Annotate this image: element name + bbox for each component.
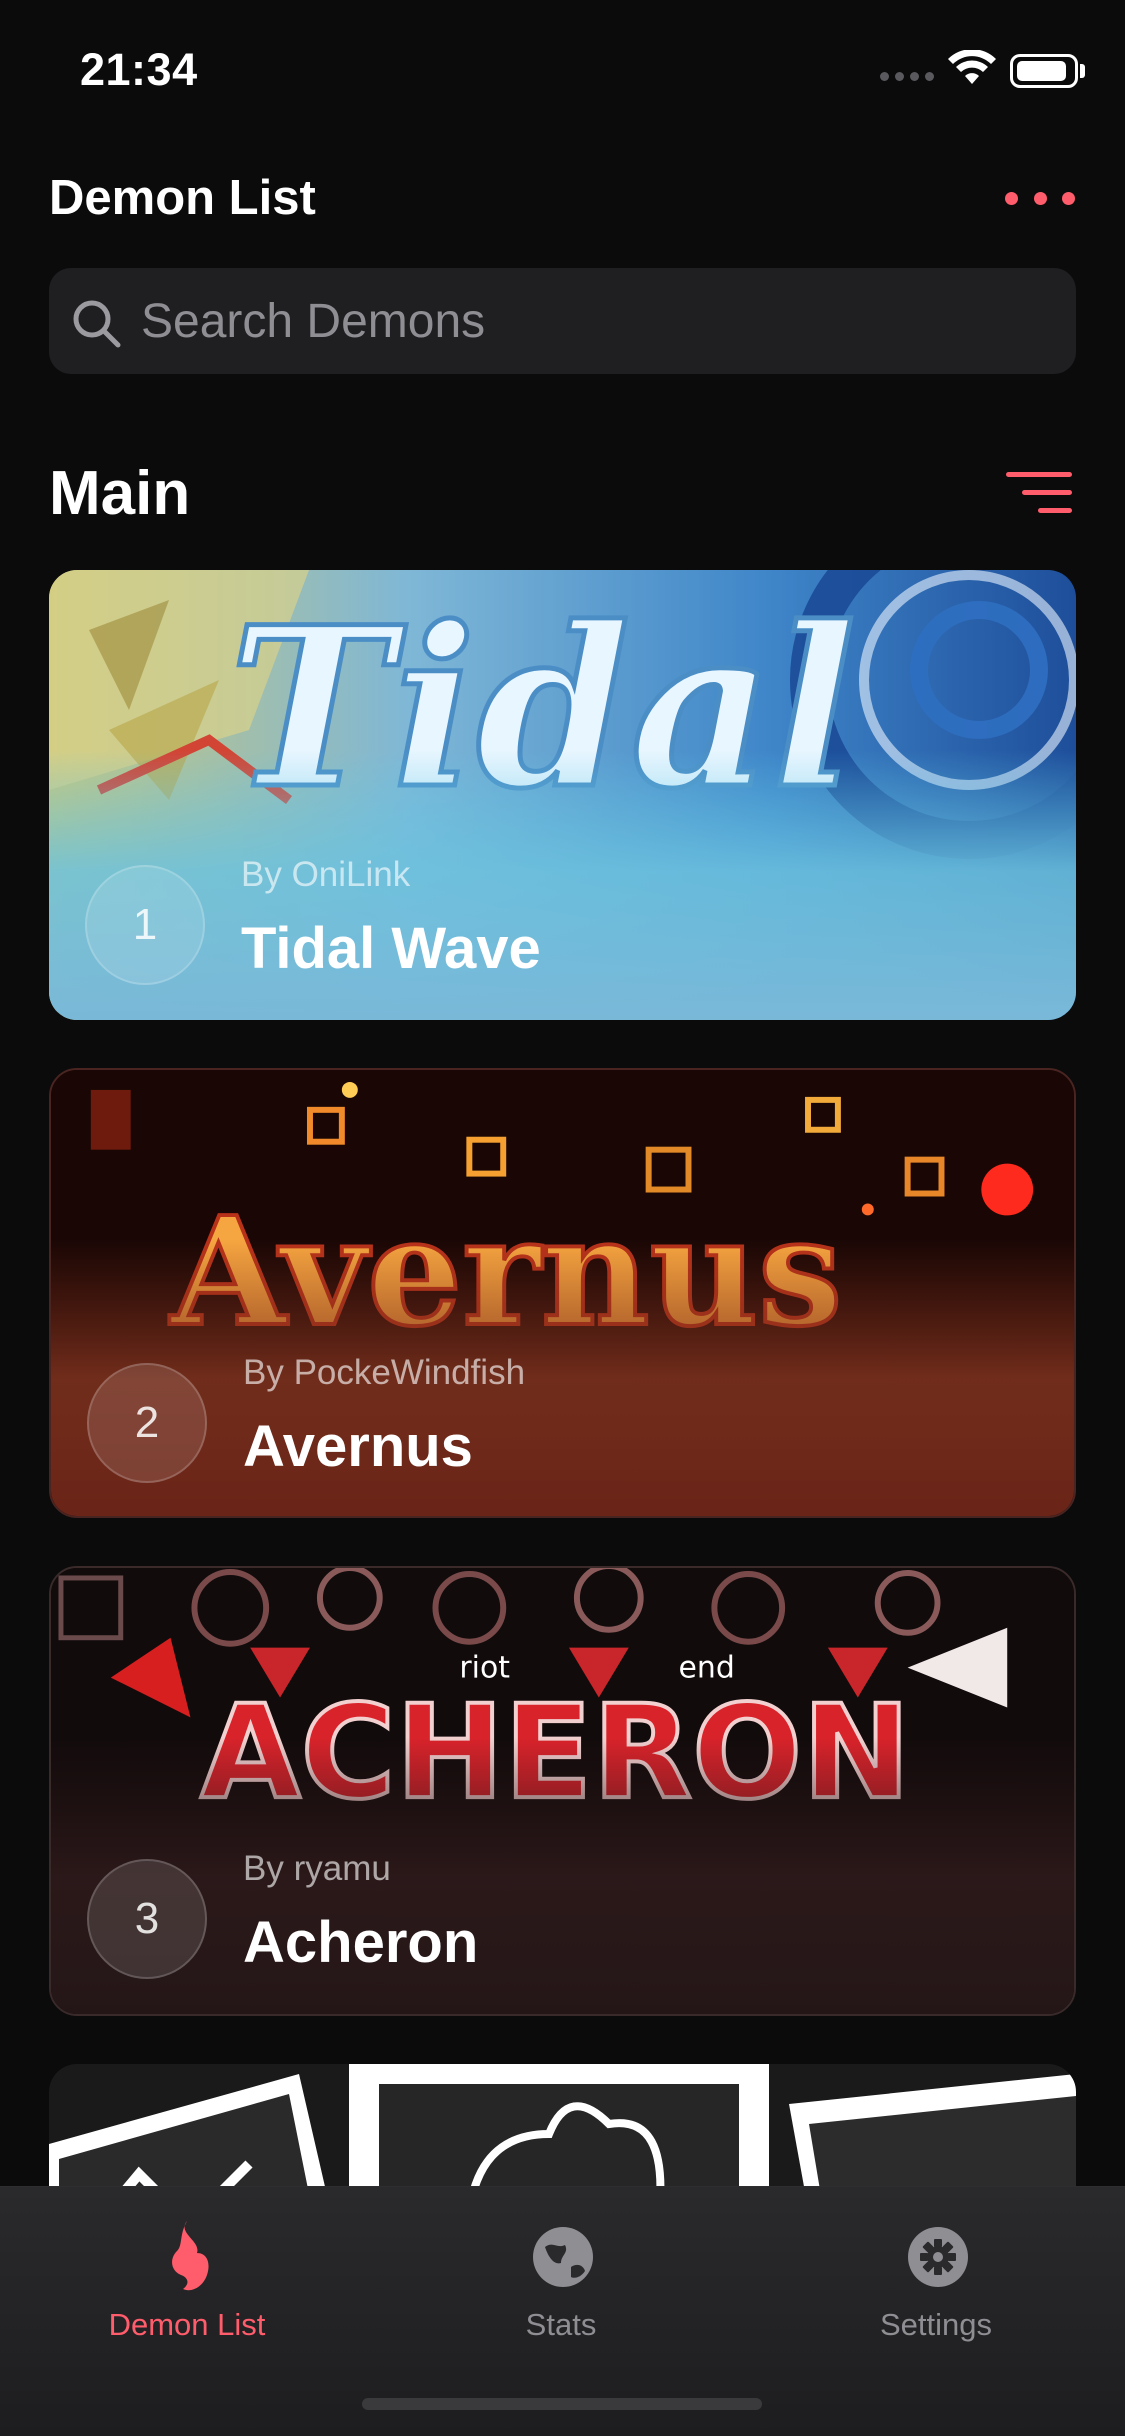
tab-label: Settings: [879, 2307, 992, 2342]
app-screen: 21:34 Demon List Main: [0, 0, 1125, 2436]
level-thumbnail: riot end ACHERON: [51, 1568, 1074, 2014]
level-author: By OniLink: [241, 855, 411, 894]
battery-icon: [1010, 54, 1078, 88]
filter-line-middle: [1022, 490, 1072, 495]
rank-badge: 3: [87, 1859, 207, 1979]
ellipsis-icon-dot: [1033, 191, 1047, 205]
battery-level: [1017, 61, 1066, 81]
tab-settings[interactable]: Settings: [811, 2209, 1061, 2349]
tab-stats[interactable]: Stats: [436, 2209, 686, 2349]
section-title: Main: [49, 459, 191, 528]
flame-icon: [172, 2221, 209, 2291]
tab-demon-list[interactable]: Demon List: [62, 2209, 312, 2349]
globe-icon: [533, 2227, 593, 2287]
rank-badge: 2: [87, 1363, 207, 1483]
status-bar: 21:34: [0, 0, 1125, 130]
ellipsis-icon-dot: [1062, 191, 1075, 205]
cellular-signal-icon: [880, 72, 934, 82]
filter-lines-icon: [1006, 472, 1072, 477]
rank-badge: 1: [85, 865, 205, 985]
status-time: 21:34: [80, 44, 198, 95]
level-name: Tidal Wave: [241, 916, 541, 981]
home-indicator: [362, 2398, 762, 2410]
search-icon: [73, 300, 121, 348]
level-thumbnail: Avernus: [51, 1070, 1074, 1516]
more-options-button[interactable]: [1005, 176, 1075, 220]
demon-card[interactable]: riot end ACHERON 3 By ryamu Acheron: [49, 1566, 1076, 2016]
level-name: Acheron: [243, 1910, 479, 1975]
wifi-icon: [948, 50, 996, 84]
level-author: By ryamu: [243, 1849, 391, 1888]
demon-card[interactable]: Tidal 1 By OniLink Tidal Wave: [49, 570, 1076, 1020]
battery-cap: [1080, 64, 1085, 78]
ellipsis-icon: [1005, 191, 1018, 205]
search-bar[interactable]: [49, 268, 1076, 374]
filter-line-bottom: [1038, 508, 1072, 513]
search-input[interactable]: [141, 268, 1041, 374]
filter-button[interactable]: [1004, 470, 1072, 518]
tab-label: Stats: [525, 2307, 597, 2342]
gear-icon: [908, 2227, 968, 2287]
page-title: Demon List: [49, 171, 316, 225]
level-name: Avernus: [243, 1414, 473, 1479]
demon-card[interactable]: Avernus 2 By PockeWindfish Avernus: [49, 1068, 1076, 1518]
level-author: By PockeWindfish: [243, 1353, 526, 1392]
tab-label: Demon List: [108, 2307, 266, 2342]
level-thumbnail: Tidal: [49, 570, 1076, 1020]
